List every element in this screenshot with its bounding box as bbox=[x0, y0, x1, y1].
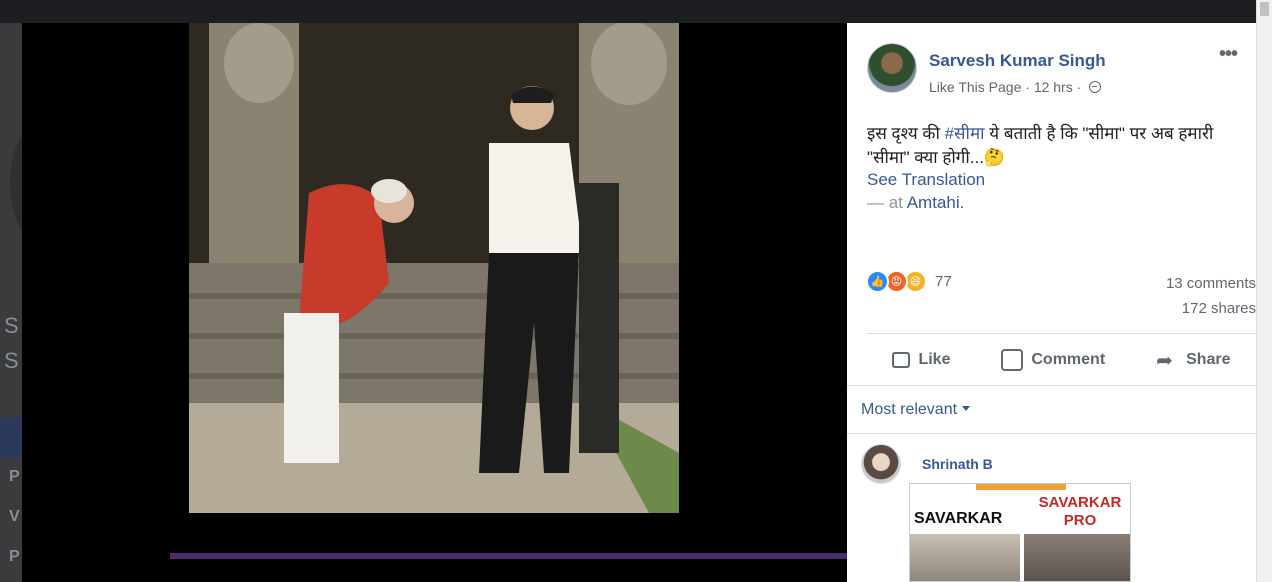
post-details-panel: Sarvesh Kumar Singh Like This Page · 12 … bbox=[847, 23, 1256, 582]
post-actions: Like Comment ➦ Share bbox=[867, 341, 1256, 379]
reaction-count[interactable]: 77 bbox=[935, 273, 952, 290]
photo-viewer[interactable] bbox=[22, 23, 847, 582]
scrollbar-thumb[interactable] bbox=[1260, 2, 1269, 16]
background-text: S bbox=[4, 313, 19, 338]
post-meta: Like This Page · 12 hrs · bbox=[929, 79, 1102, 95]
location-line: — at Amtahi. bbox=[867, 193, 964, 213]
globe-icon bbox=[1089, 81, 1102, 93]
image-portrait-right bbox=[1024, 534, 1130, 581]
comment-label: Comment bbox=[1031, 351, 1106, 368]
comment-sort-dropdown[interactable]: Most relevant bbox=[861, 401, 971, 419]
like-reaction-icon: 👍 bbox=[866, 270, 889, 293]
hashtag-link[interactable]: #सीमा bbox=[945, 124, 985, 143]
shares-count[interactable]: 172 shares bbox=[1182, 300, 1256, 317]
comment-button[interactable]: Comment bbox=[1001, 349, 1105, 371]
see-translation-link[interactable]: See Translation bbox=[867, 170, 985, 190]
post-text-part: इस दृश्य की bbox=[867, 124, 945, 143]
background-text: S bbox=[4, 348, 19, 373]
divider bbox=[847, 433, 1256, 434]
like-button[interactable]: Like bbox=[892, 351, 950, 369]
post-text: इस दृश्य की #सीमा ये बताती है कि "सीमा" … bbox=[867, 122, 1252, 170]
photo-scene bbox=[189, 23, 679, 513]
divider bbox=[867, 333, 1256, 334]
commenter-avatar[interactable] bbox=[861, 444, 901, 484]
thumbs-up-icon bbox=[892, 352, 911, 368]
caret-down-icon bbox=[962, 406, 971, 411]
comment-image[interactable]: SAVARKAR SAVARKAR PRO bbox=[909, 483, 1131, 582]
share-arrow-icon: ➦ bbox=[1156, 348, 1173, 372]
post-photo[interactable] bbox=[189, 23, 679, 513]
commenter-name[interactable]: Shrinath B bbox=[922, 456, 993, 472]
background-text: V bbox=[9, 508, 20, 525]
divider bbox=[847, 385, 1256, 386]
comments-count[interactable]: 13 comments bbox=[1166, 275, 1256, 292]
share-button[interactable]: ➦ Share bbox=[1156, 349, 1230, 371]
like-label: Like bbox=[918, 351, 951, 368]
more-options-icon[interactable]: ••• bbox=[1219, 43, 1238, 66]
image-portrait-left bbox=[910, 534, 1020, 581]
image-text-right: SAVARKAR PRO bbox=[1038, 494, 1122, 529]
image-banner-strip bbox=[976, 484, 1066, 490]
browser-top-bar bbox=[0, 0, 1272, 23]
meta-separator: · bbox=[1025, 79, 1030, 95]
background-text: P bbox=[9, 468, 20, 485]
reactions-summary[interactable]: 👍 😡 😆 77 bbox=[866, 270, 952, 293]
background-button bbox=[0, 418, 22, 458]
at-prefix: — at bbox=[867, 193, 907, 212]
sort-label: Most relevant bbox=[861, 401, 958, 418]
speech-bubble-icon bbox=[1001, 349, 1024, 371]
location-link[interactable]: Amtahi. bbox=[907, 193, 965, 212]
page-scrollbar[interactable] bbox=[1256, 0, 1272, 582]
post-time[interactable]: 12 hrs bbox=[1034, 79, 1073, 95]
background-page: S S P V P bbox=[0, 23, 22, 582]
author-name[interactable]: Sarvesh Kumar Singh bbox=[929, 51, 1106, 71]
author-avatar[interactable] bbox=[867, 43, 917, 93]
image-text-left: SAVARKAR bbox=[914, 510, 1003, 527]
share-label: Share bbox=[1186, 351, 1231, 368]
background-text: P bbox=[9, 548, 20, 565]
background-avatar-shape bbox=[10, 123, 22, 243]
like-page-link[interactable]: Like This Page bbox=[929, 79, 1021, 95]
meta-separator: · bbox=[1076, 79, 1082, 95]
